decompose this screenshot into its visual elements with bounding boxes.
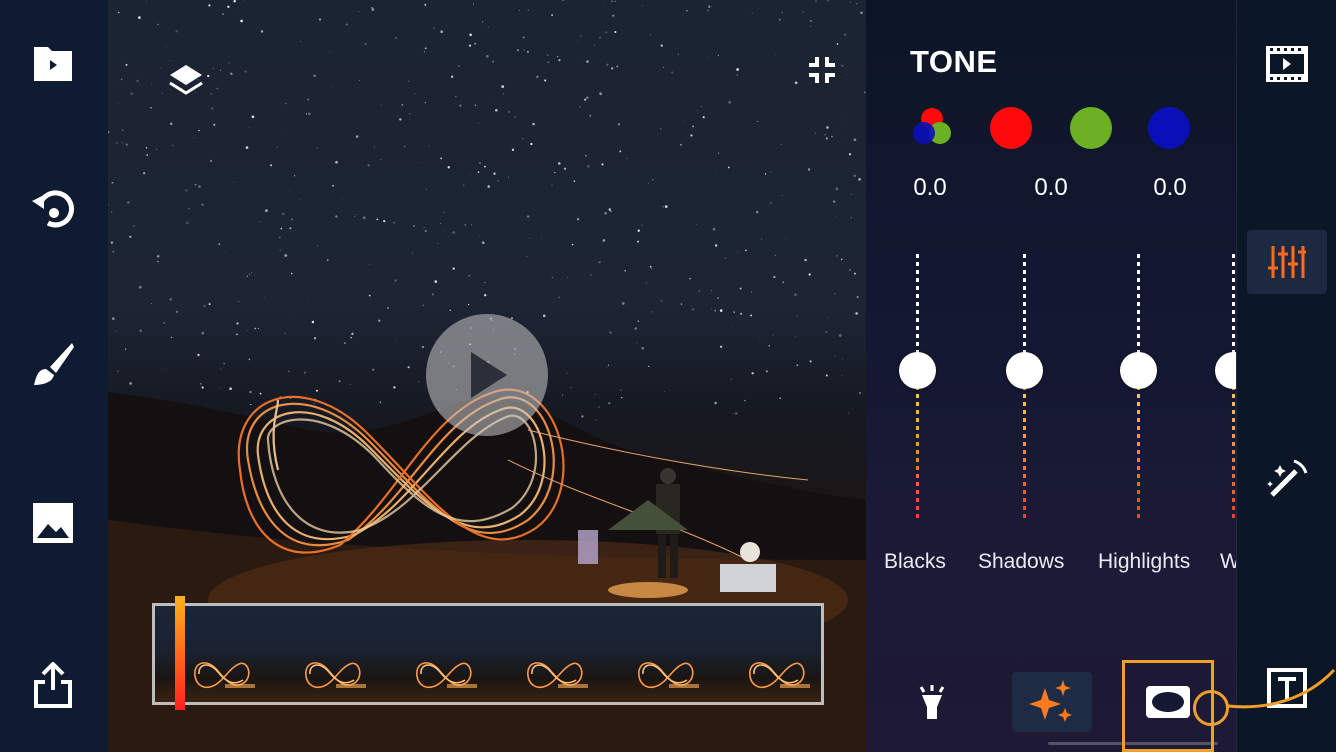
play-icon	[463, 348, 511, 402]
timeline-frame[interactable]	[710, 606, 821, 702]
slider-label-highlights: Highlights	[1098, 550, 1191, 573]
light-icon[interactable]	[892, 672, 972, 732]
slider-label-shadows: Shadows	[978, 550, 1065, 573]
left-toolbar	[0, 0, 108, 752]
timeline-frame[interactable]	[488, 606, 599, 702]
timeline-frame[interactable]	[377, 606, 488, 702]
magic-wand-icon[interactable]	[1247, 448, 1327, 512]
channel-blue[interactable]	[1148, 107, 1190, 149]
panel-title: TONE	[910, 44, 998, 79]
film-icon[interactable]	[1247, 32, 1327, 96]
channel-green[interactable]	[1070, 107, 1112, 149]
play-button[interactable]	[426, 314, 548, 436]
channel-red[interactable]	[990, 107, 1032, 149]
timeline-frame[interactable]	[155, 606, 266, 702]
slider-shadows[interactable]	[1005, 254, 1045, 524]
brush-icon[interactable]	[24, 336, 82, 394]
slider-highlights[interactable]	[1119, 254, 1159, 524]
right-toolbar	[1236, 0, 1336, 752]
text-frame-icon[interactable]	[1247, 656, 1327, 720]
slider-knob[interactable]	[1006, 352, 1043, 389]
timeline-strip[interactable]	[152, 603, 824, 705]
value-readout: 0.0	[913, 174, 947, 201]
folder-play-icon[interactable]	[24, 34, 82, 92]
value-readout: 0.0	[1153, 174, 1187, 201]
undo-icon[interactable]	[24, 180, 82, 238]
slider-blacks[interactable]	[898, 254, 938, 524]
sparkle-icon[interactable]	[1012, 672, 1092, 732]
slider-knob[interactable]	[1215, 352, 1236, 389]
slider-knob[interactable]	[1120, 352, 1157, 389]
adjust-sliders-icon[interactable]	[1247, 230, 1327, 294]
compress-icon[interactable]	[802, 50, 842, 90]
vignette-icon[interactable]	[1128, 672, 1208, 732]
scroll-indicator	[1048, 742, 1218, 745]
slider-knob[interactable]	[899, 352, 936, 389]
share-icon[interactable]	[24, 656, 82, 714]
value-readout: 0.0	[1034, 174, 1068, 201]
slider-whites[interactable]	[1214, 254, 1236, 524]
image-icon[interactable]	[24, 494, 82, 552]
slider-label-whites: W	[1220, 550, 1236, 573]
tone-panel: TONE 0.0 0.0 0.0 Blacks Shadows Highligh…	[866, 0, 1236, 752]
slider-label-blacks: Blacks	[884, 550, 946, 573]
channel-rgb[interactable]	[910, 107, 952, 149]
timeline-frame[interactable]	[266, 606, 377, 702]
layers-icon[interactable]	[164, 58, 208, 102]
timeline-playhead[interactable]	[175, 596, 185, 710]
timeline-frame[interactable]	[599, 606, 710, 702]
